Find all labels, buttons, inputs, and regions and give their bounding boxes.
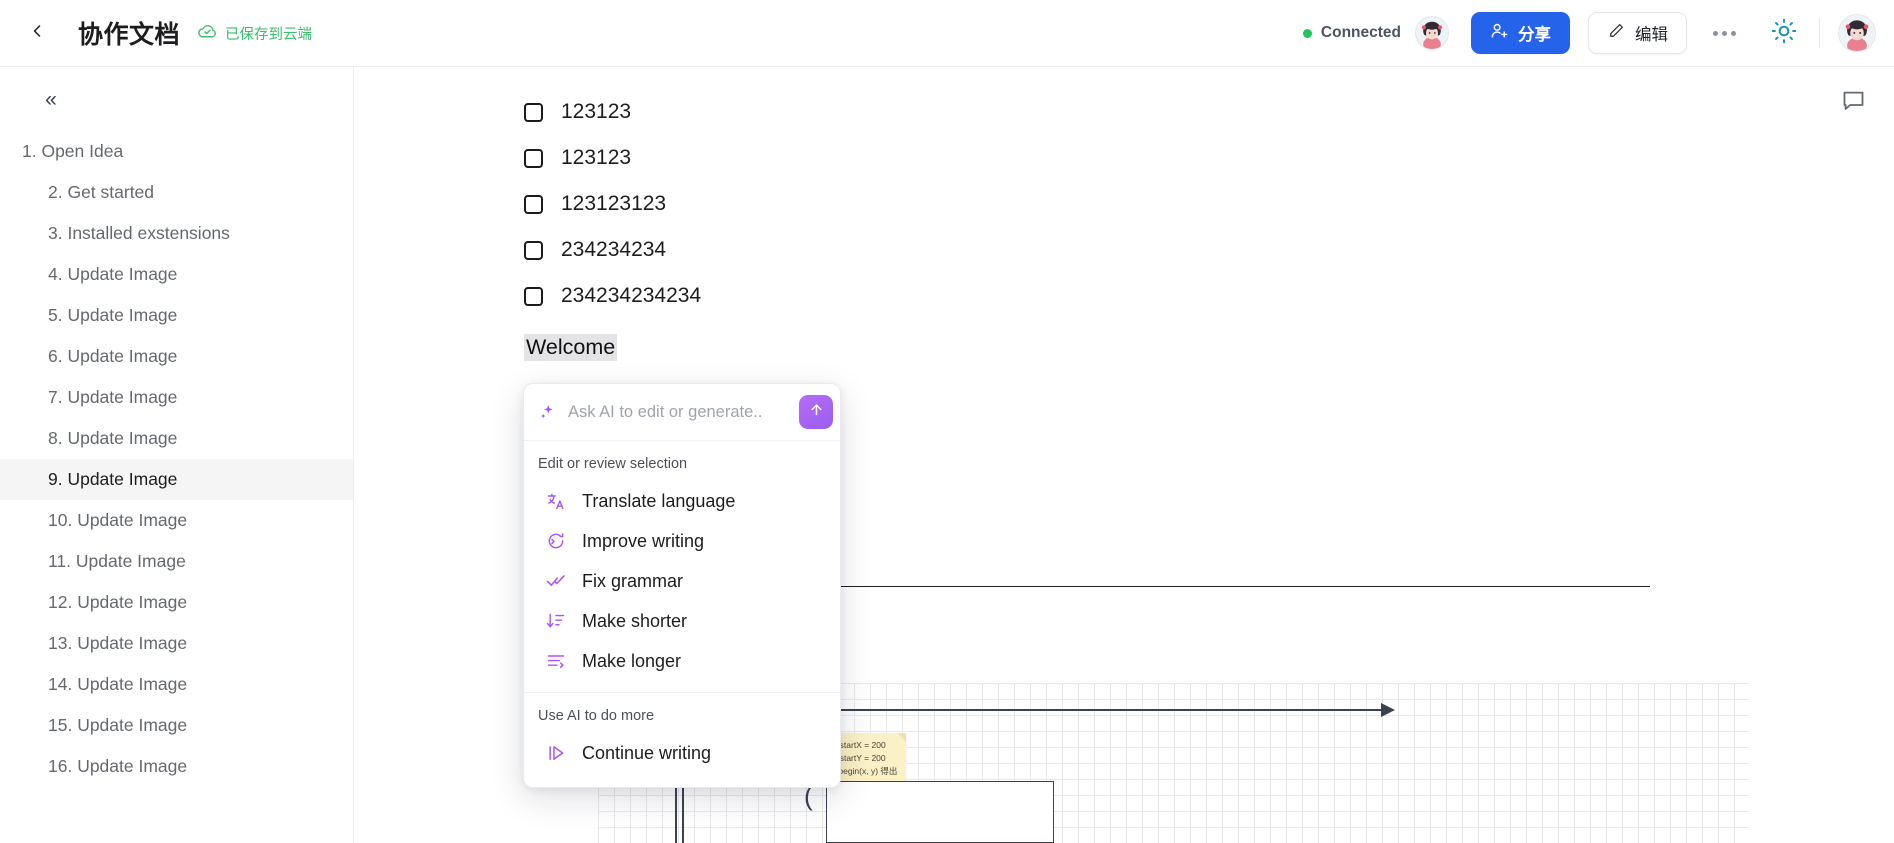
refresh-icon <box>546 531 566 551</box>
ai-menu-item[interactable]: Make shorter <box>524 601 840 641</box>
todo-item-label: 123123 <box>561 100 632 123</box>
document-body: 123123 123123 123123123 234234234 2342342342… <box>354 67 1894 361</box>
ai-section-label: Use AI to do more <box>538 708 655 724</box>
more-horizontal-icon <box>1730 30 1736 36</box>
save-status-label: 已保存到云端 <box>225 26 313 43</box>
more-horizontal-icon <box>1721 30 1727 36</box>
share-button-label: 分享 <box>1518 26 1551 44</box>
document-title: 协作文档 <box>78 21 181 49</box>
ai-menu-sections: Edit or review selection Translate langua… <box>524 441 840 773</box>
ai-menu-item-label: Make shorter <box>582 610 688 631</box>
ai-send-button[interactable] <box>799 395 833 429</box>
ai-assistant-popup: Edit or review selection Translate langua… <box>523 383 841 788</box>
todo-item-label: 123123 <box>561 146 632 169</box>
checkbox-icon[interactable] <box>524 194 543 214</box>
checkbox-icon[interactable] <box>524 102 543 122</box>
sidebar: « 1. Open Idea 2. Get started 3. Installed… <box>0 67 354 843</box>
document-outline: 1. Open Idea 2. Get started 3. Installed e… <box>0 131 353 787</box>
outline-item[interactable]: 16. Update Image <box>0 746 353 787</box>
back-button[interactable] <box>22 18 52 48</box>
todo-item-label: 234234234234 <box>561 284 702 307</box>
ai-menu-item[interactable]: Make longer <box>524 641 840 681</box>
todo-list: 123123 123123 123123123 234234234 2342342342… <box>524 89 1894 319</box>
chevron-left-icon <box>27 21 47 46</box>
ai-menu-item-label: Make longer <box>582 650 682 671</box>
connection-dot-icon <box>1302 28 1312 38</box>
play-continue-icon <box>546 743 566 763</box>
ai-menu-item[interactable]: Continue writing <box>524 733 840 773</box>
outline-item[interactable]: 4. Update Image <box>0 254 353 295</box>
outline-item[interactable]: 12. Update Image <box>0 582 353 623</box>
comment-icon[interactable] <box>1840 87 1868 115</box>
theme-toggle-button[interactable] <box>1767 16 1801 50</box>
ai-menu-item[interactable]: Improve writing <box>524 521 840 561</box>
todo-item[interactable]: 234234234234 <box>524 273 1894 319</box>
more-options-button[interactable] <box>1707 16 1741 50</box>
top-bar: 协作文档 已保存到云端 Connected 分享 编辑 <box>0 0 1894 67</box>
edit-button[interactable]: 编辑 <box>1588 12 1687 54</box>
connection-status-label: Connected <box>1320 24 1401 41</box>
collaborator-avatar[interactable] <box>1415 16 1449 50</box>
translate-icon <box>546 491 566 511</box>
ai-menu-item-label: Fix grammar <box>582 570 684 591</box>
outline-item[interactable]: 13. Update Image <box>0 623 353 664</box>
user-avatar[interactable] <box>1838 14 1876 52</box>
avatar-image <box>1839 15 1875 51</box>
sparkle-icon <box>538 403 557 422</box>
todo-item[interactable]: 123123123 <box>524 181 1894 227</box>
ai-popup-footer-space <box>524 773 840 787</box>
arrow-up-icon <box>808 401 825 423</box>
connection-status: Connected <box>1302 24 1401 42</box>
todo-item[interactable]: 123123 <box>524 135 1894 181</box>
share-button[interactable]: 分享 <box>1471 12 1570 54</box>
person-add-icon <box>1490 21 1509 45</box>
todo-item[interactable]: 234234234 <box>524 227 1894 273</box>
ai-menu-item-label: Improve writing <box>582 530 705 551</box>
double-check-icon <box>546 571 566 591</box>
outline-item[interactable]: 10. Update Image <box>0 500 353 541</box>
ai-prompt-input[interactable] <box>568 402 788 422</box>
outline-item[interactable]: 1. Open Idea <box>0 131 353 172</box>
todo-item-label: 234234234 <box>561 238 667 261</box>
outline-item[interactable]: 3. Installed exstensions <box>0 213 353 254</box>
more-horizontal-icon <box>1712 30 1718 36</box>
outline-item[interactable]: 14. Update Image <box>0 664 353 705</box>
outline-item[interactable]: 6. Update Image <box>0 336 353 377</box>
app-root: 协作文档 已保存到云端 Connected 分享 编辑 « 1. Open Id… <box>0 0 1894 843</box>
outline-item[interactable]: 8. Update Image <box>0 418 353 459</box>
outline-item[interactable]: 15. Update Image <box>0 705 353 746</box>
chevrons-left-icon: « <box>45 88 57 111</box>
save-status: 已保存到云端 <box>197 21 312 46</box>
arrow-down-short-icon <box>546 611 566 631</box>
checkbox-icon[interactable] <box>524 240 543 260</box>
sun-icon <box>1771 18 1797 49</box>
outline-item[interactable]: 7. Update Image <box>0 377 353 418</box>
todo-item-label: 123123123 <box>561 192 667 215</box>
ai-menu-item-label: Continue writing <box>582 742 712 763</box>
sidebar-collapse-button[interactable]: « <box>34 85 68 115</box>
avatar-image <box>1416 17 1448 49</box>
diagram-rectangle[interactable] <box>826 781 1054 843</box>
ai-menu-item[interactable]: Translate language <box>524 481 840 521</box>
pencil-icon <box>1607 22 1625 45</box>
todo-item[interactable]: 123123 <box>524 89 1894 135</box>
selected-paragraph[interactable]: Welcome <box>524 334 618 361</box>
checkbox-icon[interactable] <box>524 286 543 306</box>
outline-item[interactable]: 5. Update Image <box>0 295 353 336</box>
ai-menu-item[interactable]: Fix grammar <box>524 561 840 601</box>
lines-expand-icon <box>546 651 566 671</box>
checkbox-icon[interactable] <box>524 148 543 168</box>
edit-button-label: 编辑 <box>1635 26 1668 44</box>
outline-item[interactable]: 2. Get started <box>0 172 353 213</box>
outline-item[interactable]: 9. Update Image <box>0 459 353 500</box>
ai-menu-item-label: Translate language <box>582 490 736 511</box>
cloud-check-icon <box>197 21 218 46</box>
ai-section-label: Edit or review selection <box>538 456 688 472</box>
outline-item[interactable]: 11. Update Image <box>0 541 353 582</box>
toolbar-divider <box>1819 18 1820 48</box>
ai-input-row <box>524 384 840 441</box>
